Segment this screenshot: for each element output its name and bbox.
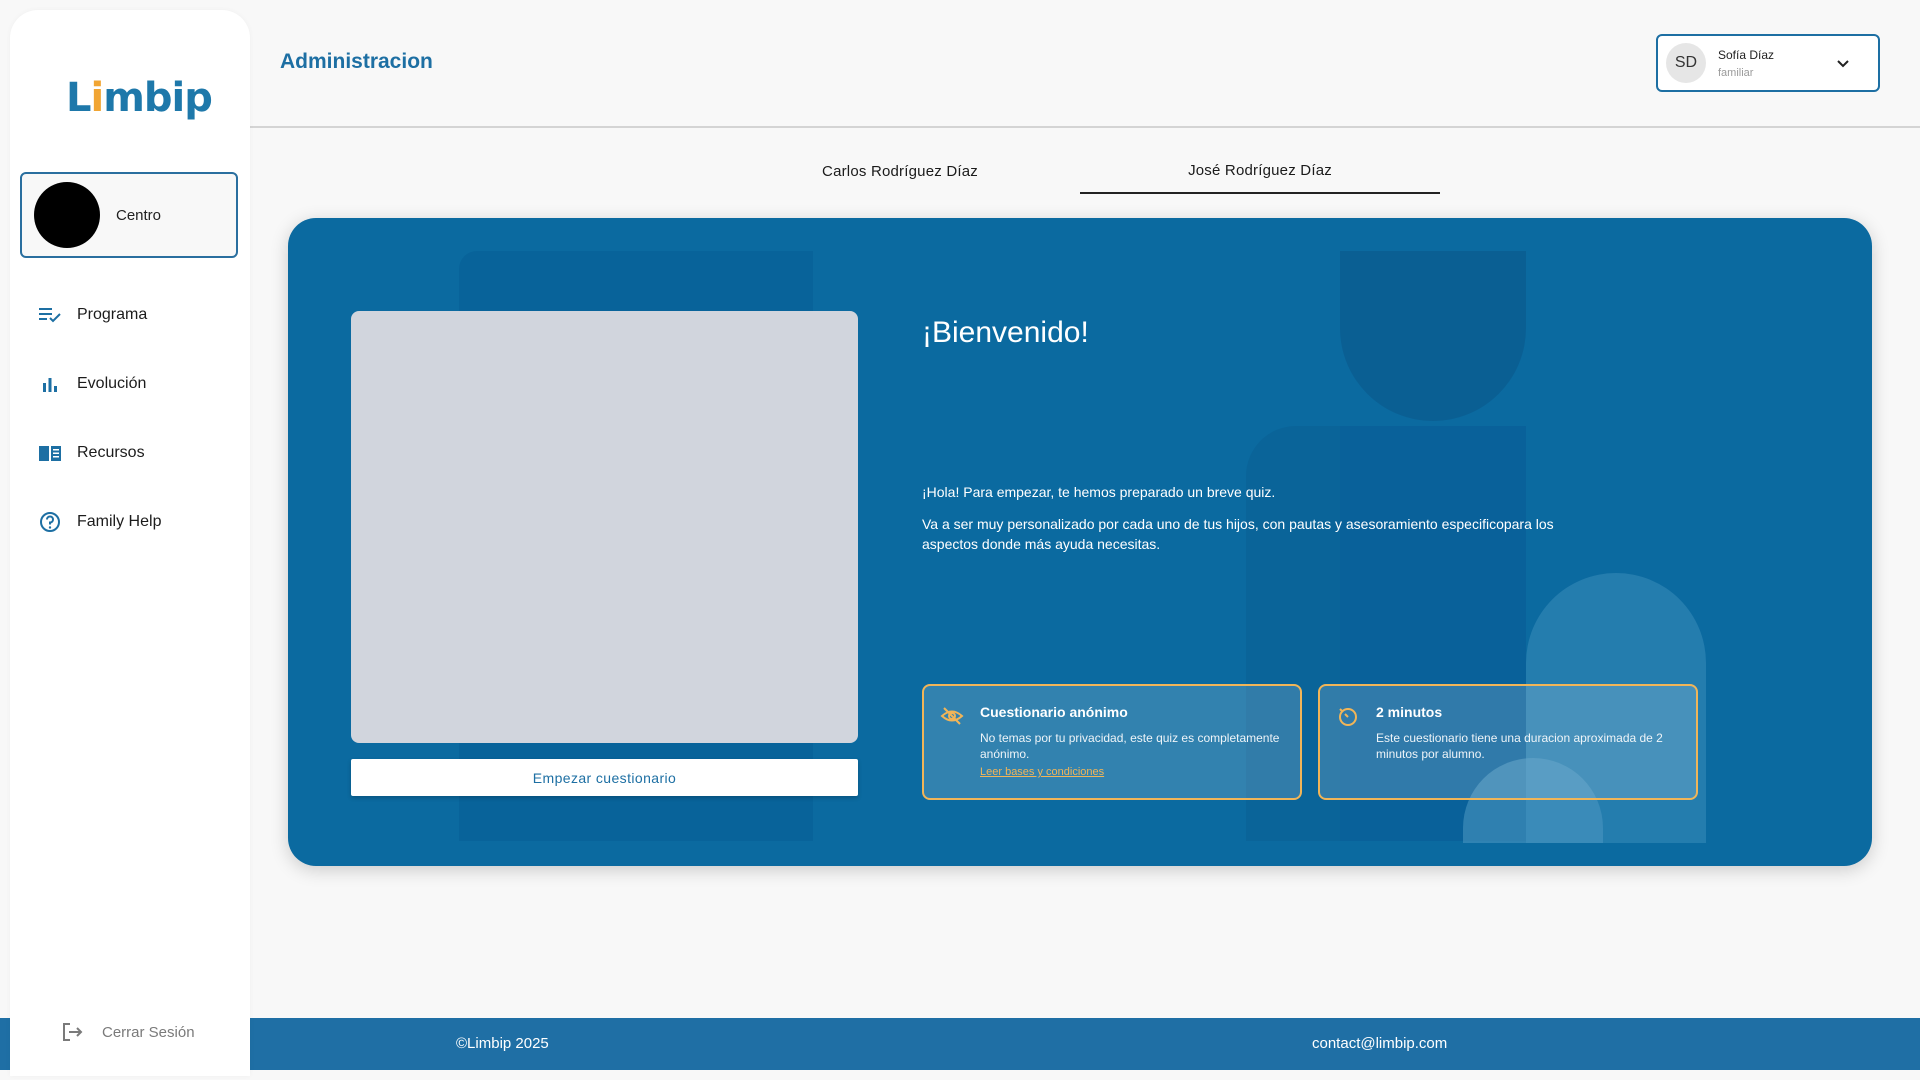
illustration-placeholder bbox=[351, 311, 858, 743]
footer-contact-link[interactable]: contact@limbip.com bbox=[1312, 1035, 1447, 1052]
user-name: Sofía Díaz bbox=[1718, 47, 1775, 62]
sidebar: Limbip Centro Programa Evolución Recurso… bbox=[10, 10, 250, 1076]
start-quiz-button[interactable]: Empezar cuestionario bbox=[351, 759, 858, 796]
center-avatar bbox=[34, 182, 100, 248]
chevron-down-icon bbox=[1834, 54, 1852, 72]
info-desc: No temas por tu privacidad, este quiz es… bbox=[980, 731, 1280, 761]
footer-copyright: ©Limbip 2025 bbox=[456, 1035, 549, 1052]
welcome-card: Empezar cuestionario ¡Bienvenido! ¡Hola!… bbox=[288, 218, 1872, 866]
book-icon bbox=[38, 441, 62, 465]
sidebar-item-label: Programa bbox=[77, 305, 148, 323]
eye-off-icon bbox=[940, 704, 964, 728]
sidebar-item-label: Recursos bbox=[77, 443, 145, 461]
user-role: familiar bbox=[1718, 66, 1754, 79]
logout-label: Cerrar Sesión bbox=[102, 1023, 195, 1041]
timer-icon bbox=[1336, 704, 1360, 728]
info-duration: 2 minutos Este cuestionario tiene una du… bbox=[1318, 684, 1698, 800]
decorative-shape bbox=[1340, 251, 1526, 421]
info-title: Cuestionario anónimo bbox=[980, 704, 1128, 720]
sidebar-item-evolucion[interactable]: Evolución bbox=[10, 349, 250, 418]
intro-paragraph: Va a ser muy personalizado por cada uno … bbox=[922, 516, 1554, 552]
logout-icon bbox=[60, 1020, 84, 1044]
info-anonymous: Cuestionario anónimo No temas por tu pri… bbox=[922, 684, 1302, 800]
sidebar-nav: Programa Evolución Recursos Family Help bbox=[10, 280, 250, 556]
header: Administracion SD Sofía Díaz familiar bbox=[250, 0, 1920, 128]
welcome-heading: ¡Bienvenido! bbox=[922, 316, 1089, 349]
center-label: Centro bbox=[116, 206, 162, 224]
terms-link[interactable]: Leer bases y condiciones bbox=[980, 766, 1104, 778]
child-tabs: Carlos Rodríguez Díaz José Rodríguez Día… bbox=[720, 148, 1440, 194]
sidebar-item-programa[interactable]: Programa bbox=[10, 280, 250, 349]
info-title: 2 minutos bbox=[1376, 704, 1443, 720]
bar-chart-icon bbox=[38, 372, 62, 396]
intro-paragraph: ¡Hola! Para empezar, te hemos preparado … bbox=[922, 484, 1276, 500]
help-circle-icon bbox=[38, 510, 62, 534]
tab-carlos[interactable]: Carlos Rodríguez Díaz bbox=[720, 148, 1080, 194]
avatar: SD bbox=[1666, 43, 1706, 83]
sidebar-item-label: Evolución bbox=[77, 374, 147, 392]
user-menu[interactable]: SD Sofía Díaz familiar bbox=[1656, 34, 1880, 92]
info-desc: Este cuestionario tiene una duracion apr… bbox=[1376, 731, 1663, 761]
sidebar-item-family-help[interactable]: Family Help bbox=[10, 487, 250, 556]
footer: ©Limbip 2025 contact@limbip.com bbox=[0, 1018, 1920, 1070]
page-title: Administracion bbox=[280, 50, 433, 73]
logout-button[interactable]: Cerrar Sesión bbox=[60, 1020, 195, 1044]
sidebar-item-recursos[interactable]: Recursos bbox=[10, 418, 250, 487]
sidebar-item-label: Family Help bbox=[77, 512, 162, 530]
logo-text: Limbip bbox=[66, 75, 213, 121]
intro-text: ¡Hola! Para empezar, te hemos preparado … bbox=[922, 482, 1602, 566]
tab-jose[interactable]: José Rodríguez Díaz bbox=[1080, 148, 1440, 194]
limbip-logo[interactable]: Limbip bbox=[66, 72, 213, 124]
user-info: Sofía Díaz familiar bbox=[1718, 48, 1774, 79]
checklist-icon bbox=[38, 303, 62, 327]
center-selector[interactable]: Centro bbox=[20, 172, 238, 258]
